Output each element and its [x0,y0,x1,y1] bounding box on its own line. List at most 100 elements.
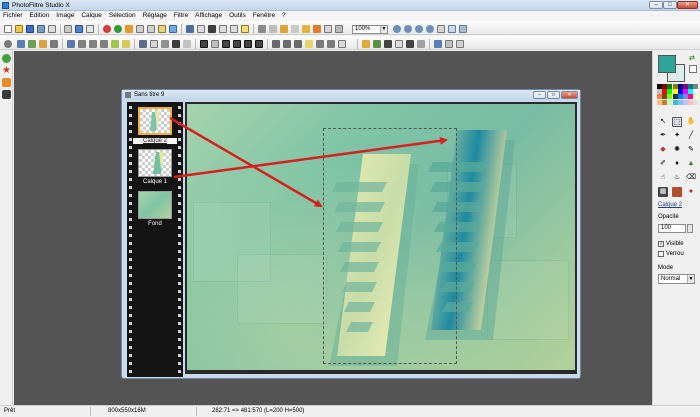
menu-image[interactable]: Image [53,11,76,19]
opacity-icon[interactable] [183,40,191,48]
window-icon[interactable] [448,25,456,33]
foreground-color-swatch-top[interactable] [658,55,676,73]
selection-tool-icon[interactable]: ⬚ [672,117,682,127]
artistic-icon[interactable] [316,40,324,48]
advanced-brush-tool-icon[interactable]: ✐ [658,159,668,169]
close-button[interactable]: ✕ [677,1,698,9]
doc-maximize-button[interactable]: □ [547,91,560,99]
eraser-tool-icon[interactable]: ⌫ [686,173,696,183]
favorites-star-icon[interactable]: ★ [2,66,11,76]
help-icon[interactable] [456,40,464,48]
layer-merge-icon[interactable] [50,40,58,48]
zoom-fit-icon[interactable] [415,25,423,33]
grayscale-icon[interactable] [324,25,332,33]
blur-icon[interactable] [272,40,280,48]
layer-label-calque-1[interactable]: Calque 1 [133,179,177,185]
image-canvas[interactable] [187,104,575,370]
saturation-icon[interactable] [280,25,288,33]
grid-icon[interactable] [211,40,219,48]
copy-icon[interactable] [147,25,155,33]
transform-icon[interactable] [67,40,75,48]
flip-vertical-icon[interactable] [89,40,97,48]
opacity-input[interactable]: 100 [658,224,686,233]
fill-bucket-tool-icon[interactable]: ◆ [658,145,668,155]
color-palette[interactable] [657,84,699,105]
text-icon[interactable] [241,25,249,33]
gradient-icon[interactable] [139,40,147,48]
clone-tool-icon[interactable]: ♨ [672,173,682,183]
pattern-icon[interactable] [222,40,230,48]
opacity-spinner[interactable] [687,224,693,233]
image-tube-tool-icon[interactable] [672,187,682,197]
save-icon[interactable] [26,25,34,33]
scan-icon[interactable] [75,25,83,33]
doc-close-button[interactable]: ✕ [561,91,578,99]
smudge-tool-icon[interactable]: ☝ [658,173,668,183]
visible-checkbox[interactable]: ✓ [658,241,664,247]
selection-mode-icon[interactable] [4,40,12,48]
minimize-button[interactable]: – [649,1,663,9]
zoom-out-icon[interactable] [404,25,412,33]
hand-tool-icon[interactable]: ✋ [686,117,696,127]
noise-icon[interactable] [294,40,302,48]
actual-size-icon[interactable] [426,25,434,33]
menu-help[interactable]: ? [279,11,288,19]
rotate-icon[interactable] [100,40,108,48]
close-file-icon[interactable] [64,25,72,33]
module-icon[interactable] [395,40,403,48]
menu-fichier[interactable]: Fichier [0,11,25,19]
image-size-icon[interactable] [186,25,194,33]
filmstrip-icon[interactable] [2,90,11,99]
presets-icon[interactable] [2,78,11,87]
zoom-in-icon[interactable] [393,25,401,33]
paste-icon[interactable] [158,25,166,33]
crop-icon[interactable] [208,25,216,33]
layer-icon[interactable] [17,40,25,48]
menu-calque[interactable]: Calque [78,11,104,19]
brightness-icon[interactable] [258,25,266,33]
cascade-icon[interactable] [459,25,467,33]
menu-outils[interactable]: Outils [226,11,248,19]
frame-effect-icon[interactable] [255,40,263,48]
effect-icon[interactable] [111,40,119,48]
color-fx-icon[interactable] [362,40,370,48]
document-title-bar[interactable]: Sans titre 9 – □ ✕ [122,90,580,100]
blend-mode-select[interactable]: Normal ▼ [658,274,695,284]
stamp-tool-icon[interactable]: ▲ [686,159,696,169]
menu-reglage[interactable]: Réglage [140,11,169,19]
frame-icon[interactable] [219,25,227,33]
emboss-icon[interactable] [244,40,252,48]
cut-icon[interactable] [136,25,144,33]
mask-icon[interactable] [200,40,208,48]
flip-horizontal-icon[interactable] [78,40,86,48]
layer-thumb-fond[interactable] [138,191,172,219]
automate-icon[interactable] [406,40,414,48]
new-file-icon[interactable] [4,25,12,33]
open-folder-icon[interactable] [15,25,23,33]
layer-duplicate-icon[interactable] [39,40,47,48]
menu-edition[interactable]: Edition [26,11,51,19]
bevel-icon[interactable] [172,40,180,48]
batch-icon[interactable] [417,40,425,48]
auto-level-icon[interactable] [302,25,310,33]
strawberry-tool-icon[interactable]: ● [686,187,696,197]
zoom-select[interactable]: 100% ▼ [352,25,388,34]
reset-colors-icon[interactable] [689,65,697,73]
paste-new-icon[interactable] [169,25,177,33]
layer-thumb-calque-1[interactable] [138,149,172,177]
swap-colors-icon[interactable]: ⇄ [689,54,697,62]
layer-label-fond[interactable]: Fond [133,221,177,227]
texture-icon[interactable] [233,40,241,48]
preferences-icon[interactable] [434,40,442,48]
eyedropper-tool-icon[interactable]: ✒ [658,131,668,141]
spray-tool-icon[interactable]: ✺ [672,145,682,155]
print-icon[interactable] [48,25,56,33]
doc-minimize-button[interactable]: – [533,91,546,99]
export-icon[interactable] [86,25,94,33]
line-tool-icon[interactable]: ╱ [686,131,696,141]
shadow-icon[interactable] [161,40,169,48]
magic-wand-tool-icon[interactable]: ✦ [672,131,682,141]
deform-icon[interactable] [327,40,335,48]
stroke-icon[interactable] [122,40,130,48]
info-icon[interactable] [445,40,453,48]
